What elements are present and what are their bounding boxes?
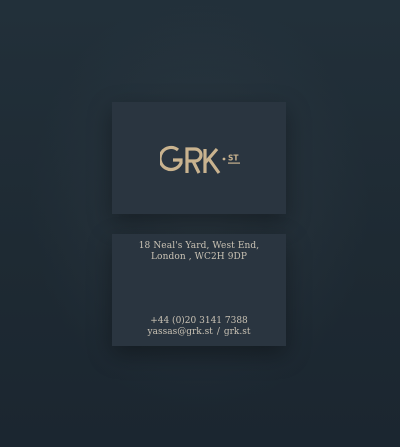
email: yassas@grk.st [147,327,213,337]
business-card-front: ST [112,102,286,214]
background [0,0,400,447]
grk-logo-mark: ST [160,145,240,174]
email-website-line: yassas@grk.st / grk.st [112,327,286,338]
address-line-2: London , WC2H 9DP [150,252,248,262]
address-block: 18 Neal's Yard, West End, London , WC2H … [112,241,286,263]
address-line-1: 18 Neal's Yard, West End, [138,241,260,251]
grk-logo: ST [160,142,246,176]
logo-suffix: ST [228,154,239,163]
separator: / [216,327,220,337]
website: grk.st [223,327,251,337]
business-card-back: 18 Neal's Yard, West End, London , WC2H … [112,234,286,346]
phone-number: +44 (0)20 3141 7388 [150,316,248,326]
contact-block: +44 (0)20 3141 7388 yassas@grk.st / grk.st [112,316,286,338]
